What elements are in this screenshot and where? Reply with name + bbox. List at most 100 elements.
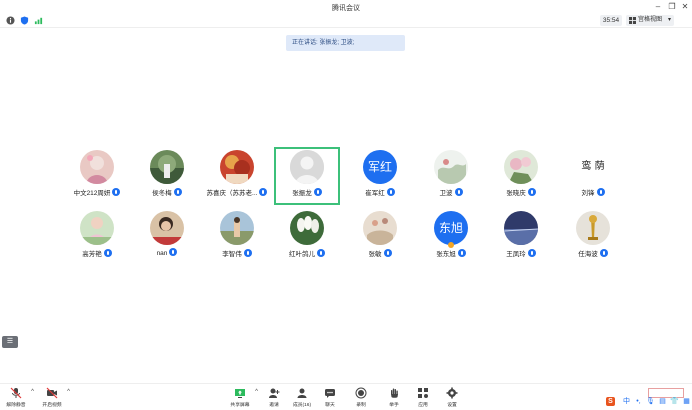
chevron-up-icon[interactable]: ^ (255, 389, 258, 395)
mic-icon (386, 188, 395, 196)
mic-icon (596, 188, 605, 196)
list-icon: ☰ (6, 338, 14, 345)
avatar (290, 211, 324, 245)
start-video-label: 开启视频 (42, 403, 62, 408)
unmute-button[interactable]: 解除静音 ^ (2, 387, 34, 410)
mic-icon (313, 188, 322, 196)
record-icon (355, 387, 367, 399)
participant-tile[interactable]: 高芳艳 (64, 208, 130, 266)
avatar (290, 150, 324, 184)
participant-tile[interactable]: nan (134, 208, 200, 266)
chevron-up-icon[interactable]: ^ (67, 389, 70, 395)
mic-icon (457, 249, 466, 257)
meeting-toolbar: 解除静音 ^ 开启视频 ^ 共享屏幕 ^ 邀请 成员(16) 聊天 录制 举手 … (0, 383, 692, 410)
hand-icon (391, 388, 398, 398)
avatar: 鸾 荫 (576, 150, 610, 184)
close-icon[interactable]: ✕ (679, 2, 691, 12)
participant-tile[interactable]: 张敏 (347, 208, 413, 266)
mic-icon (599, 249, 608, 257)
share-screen-icon (235, 389, 245, 398)
avatar: 东旭 (434, 211, 468, 245)
meeting-timer: 35:54 (600, 15, 622, 26)
share-screen-label: 共享屏幕 (230, 403, 250, 408)
avatar (220, 211, 254, 245)
participant-tile-active-speaker[interactable]: 张振龙 (274, 147, 340, 205)
members-icon (297, 388, 307, 398)
raise-hand-button[interactable]: 举手 (380, 387, 408, 410)
add-person-icon (269, 388, 280, 398)
participant-tile[interactable]: 军红 崔军红 (347, 147, 413, 205)
chevron-up-icon[interactable]: ^ (31, 389, 34, 395)
mic-icon (527, 188, 536, 196)
view-mode-label: 宫格视图 (638, 17, 663, 23)
avatar (363, 211, 397, 245)
mic-icon (169, 248, 178, 256)
avatar (150, 211, 184, 245)
participant-tile[interactable]: 张晓庆 (488, 147, 554, 205)
mic-icon (243, 249, 252, 257)
camera-off-icon (46, 387, 58, 399)
avatar (576, 211, 610, 245)
members-button[interactable]: 成员(16) (288, 387, 316, 410)
participant-name: 任海波 (550, 248, 636, 258)
mic-icon[interactable]: 🎙 (646, 397, 655, 406)
mic-icon (173, 188, 182, 196)
invite-label: 邀请 (269, 403, 279, 408)
participant-tile[interactable]: 红叶鸽儿 (274, 208, 340, 266)
avatar (504, 150, 538, 184)
keyboard-icon[interactable]: ▤ (658, 397, 667, 406)
settings-label: 设置 (447, 403, 457, 408)
chat-button[interactable]: 聊天 (316, 387, 344, 410)
avatar (504, 211, 538, 245)
participant-tile[interactable]: 侯冬梅 (134, 147, 200, 205)
avatar (80, 150, 114, 184)
meeting-status-bar: 35:54 宫格视图 ▾ (0, 14, 692, 28)
chat-icon (325, 389, 335, 398)
window-title: 腾讯会议 (332, 5, 360, 12)
participant-tile[interactable]: 苏喜庆（苏苏老... (204, 147, 270, 205)
title-bar: 腾讯会议 – ❐ ✕ (0, 0, 692, 14)
mic-muted-icon (10, 387, 22, 399)
sogou-ime-icon[interactable]: S (606, 397, 615, 406)
share-screen-button[interactable]: 共享屏幕 ^ (226, 387, 258, 410)
participant-tile[interactable]: 李智伟 (204, 208, 270, 266)
mic-icon (454, 188, 463, 196)
skin-icon[interactable]: 👕 (670, 397, 679, 406)
apps-icon (418, 388, 428, 398)
chat-label: 聊天 (325, 403, 335, 408)
unmute-label: 解除静音 (6, 403, 26, 408)
avatar (220, 150, 254, 184)
signal-icon[interactable] (34, 16, 43, 25)
ime-language-indicator[interactable]: 中 (622, 397, 631, 406)
minimize-icon[interactable]: – (652, 2, 664, 12)
participant-tile[interactable]: 鸾 荫 刘锋 (560, 147, 626, 205)
avatar (150, 150, 184, 184)
toolbox-icon[interactable]: ▦ (682, 397, 691, 406)
mic-icon (103, 249, 112, 257)
view-mode-button[interactable]: 宫格视图 ▾ (626, 15, 674, 26)
avatar: 军红 (363, 150, 397, 184)
settings-button[interactable]: 设置 (438, 387, 466, 410)
avatar (80, 211, 114, 245)
participant-name: 刘锋 (550, 187, 636, 197)
invite-button[interactable]: 邀请 (260, 387, 288, 410)
participant-tile[interactable]: 东旭 张东旭 (418, 208, 484, 266)
record-button[interactable]: 录制 (347, 387, 375, 410)
participant-tile[interactable]: 任海波 (560, 208, 626, 266)
maximize-icon[interactable]: ❐ (666, 2, 678, 12)
gear-icon (446, 387, 458, 399)
participant-tile[interactable]: 中文212周妍 (64, 147, 130, 205)
grid-icon (629, 17, 636, 24)
participant-tile[interactable]: 王凤玲 (488, 208, 554, 266)
member-list-toggle[interactable]: ☰ (2, 336, 18, 348)
punctuation-icon[interactable]: •, (634, 397, 643, 406)
mic-icon (383, 249, 392, 257)
mic-icon (527, 249, 536, 257)
start-video-button[interactable]: 开启视频 ^ (38, 387, 70, 410)
apps-button[interactable]: 应用 (409, 387, 437, 410)
system-tray: S 中 •, 🎙 ▤ 👕 ▦ (604, 395, 692, 409)
info-icon[interactable] (6, 16, 15, 25)
participant-tile[interactable]: 卫波 (418, 147, 484, 205)
shield-icon[interactable] (20, 16, 29, 25)
record-label: 录制 (356, 403, 366, 408)
